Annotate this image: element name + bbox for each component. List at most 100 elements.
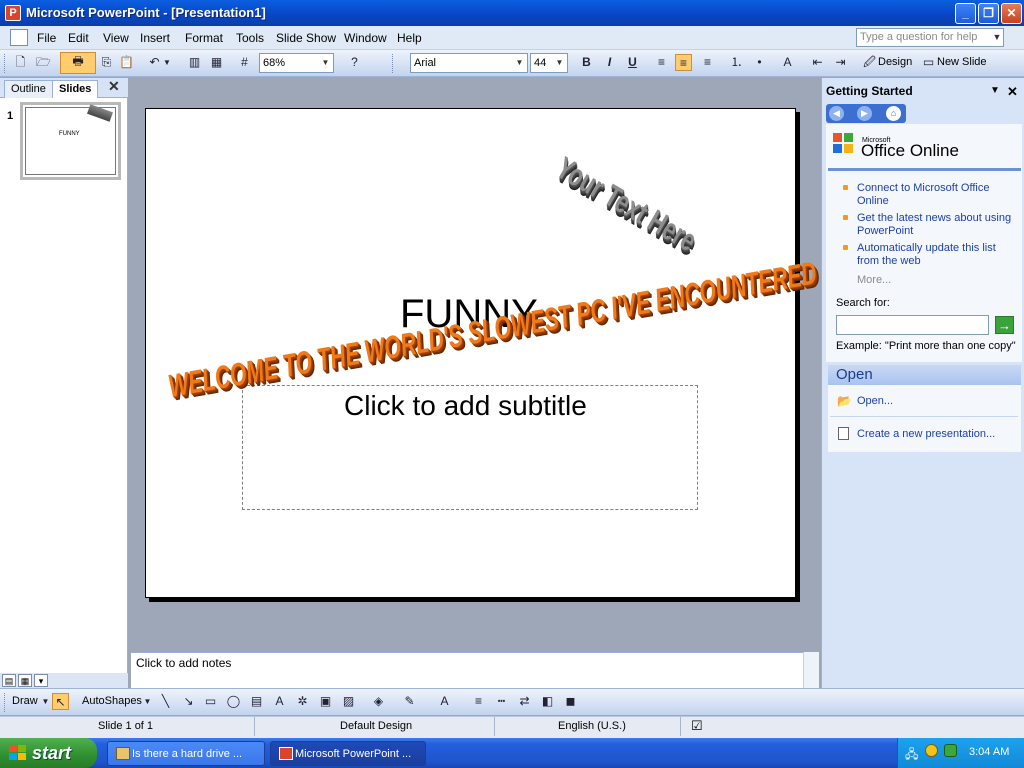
home-icon[interactable]: ⌂: [886, 106, 901, 121]
back-icon[interactable]: ◀: [829, 106, 844, 121]
tray-app-icon[interactable]: [944, 744, 957, 757]
design-icon[interactable]: 🖉: [861, 54, 878, 71]
dash-style-icon[interactable]: ┅: [493, 693, 510, 710]
undo-dropdown-icon[interactable]: ▼: [162, 54, 172, 71]
panel-close-icon[interactable]: ✕: [108, 78, 120, 95]
new-icon[interactable]: 🗋: [12, 54, 29, 71]
diagram-icon[interactable]: ✲: [294, 693, 311, 710]
arrow-style-icon[interactable]: ⇄: [516, 693, 533, 710]
tab-slides[interactable]: Slides: [52, 80, 99, 98]
autoshapes-button[interactable]: AutoShapes: [82, 695, 142, 707]
toolbar-grip[interactable]: [4, 54, 7, 73]
copy-icon[interactable]: ⎘: [98, 54, 115, 71]
line-icon[interactable]: ╲: [157, 693, 174, 710]
show-grid-icon[interactable]: #: [236, 54, 253, 71]
shadow-icon[interactable]: ◧: [539, 693, 556, 710]
zoom-dropdown-icon[interactable]: ▼: [319, 55, 332, 71]
search-input[interactable]: [836, 315, 989, 335]
font-size-dropdown-icon[interactable]: ▼: [553, 55, 566, 71]
network-icon[interactable]: 🖧: [905, 745, 918, 766]
arrow-icon[interactable]: ↘: [180, 693, 197, 710]
line-color-icon[interactable]: ✎: [401, 693, 418, 710]
menu-file[interactable]: File: [37, 31, 56, 45]
slide-canvas[interactable]: [145, 108, 796, 598]
oval-icon[interactable]: ◯: [225, 693, 242, 710]
help-question-input[interactable]: Type a question for help: [856, 28, 1004, 47]
document-menu-icon[interactable]: [10, 29, 28, 46]
notes-pane[interactable]: [131, 652, 819, 688]
notes-placeholder[interactable]: Click to add notes: [136, 656, 231, 670]
bold-button[interactable]: B: [578, 54, 595, 71]
menu-help[interactable]: Help: [397, 31, 422, 45]
menu-edit[interactable]: Edit: [68, 31, 89, 45]
link-create-new-presentation[interactable]: Create a new presentation...: [857, 428, 995, 441]
undo-icon[interactable]: ↶: [146, 54, 163, 71]
forward-icon[interactable]: ▶: [857, 106, 872, 121]
help-icon[interactable]: ?: [346, 54, 363, 71]
italic-button[interactable]: I: [601, 54, 618, 71]
search-go-button[interactable]: →: [995, 316, 1014, 334]
link-update-list[interactable]: Automatically update this list from the …: [857, 242, 1007, 268]
autoshapes-dropdown-icon[interactable]: ▼: [143, 693, 152, 710]
rectangle-icon[interactable]: ▭: [202, 693, 219, 710]
picture-icon[interactable]: ▨: [340, 693, 357, 710]
3d-style-icon[interactable]: ◼: [562, 693, 579, 710]
close-window-button[interactable]: ✕: [1001, 3, 1022, 24]
decrease-indent-icon[interactable]: ⇤: [809, 54, 826, 71]
link-latest-news[interactable]: Get the latest news about using PowerPoi…: [857, 212, 1017, 238]
increase-indent-icon[interactable]: ⇥: [832, 54, 849, 71]
font-color-icon[interactable]: A: [436, 693, 453, 710]
task-pane-close-icon[interactable]: ✕: [1007, 84, 1018, 100]
open-icon[interactable]: 🗁: [35, 54, 52, 71]
print-icon[interactable]: 🖶: [60, 52, 96, 74]
menu-slide-show[interactable]: Slide Show: [276, 31, 336, 45]
title-bar[interactable]: P Microsoft PowerPoint - [Presentation1]…: [0, 0, 1024, 26]
draw-menu-button[interactable]: Draw: [12, 695, 38, 707]
font-size-select[interactable]: 44 ▼: [530, 53, 568, 73]
menu-window[interactable]: Window: [344, 31, 387, 45]
restore-button[interactable]: ❐: [978, 3, 999, 24]
paste-icon[interactable]: 📋: [118, 54, 135, 71]
clip-art-icon[interactable]: ▣: [317, 693, 334, 710]
menu-insert[interactable]: Insert: [140, 31, 170, 45]
menu-format[interactable]: Format: [185, 31, 223, 45]
taskbar-item-browser[interactable]: Is there a hard drive ...: [107, 741, 265, 766]
increase-font-icon[interactable]: A: [779, 54, 796, 71]
bullets-icon[interactable]: •: [751, 54, 768, 71]
insert-table-icon[interactable]: ▦: [208, 54, 225, 71]
wordart-icon[interactable]: A: [271, 693, 288, 710]
link-open[interactable]: Open...: [857, 395, 893, 408]
text-box-icon[interactable]: ▤: [248, 693, 265, 710]
drawing-toolbar-grip[interactable]: [4, 693, 7, 712]
align-center-icon[interactable]: ≡: [675, 54, 692, 71]
help-dropdown-icon[interactable]: ▼: [990, 29, 1004, 46]
link-connect-office-online[interactable]: Connect to Microsoft Office Online: [857, 182, 1007, 208]
select-pointer-icon[interactable]: ↖: [52, 693, 69, 710]
font-select[interactable]: Arial ▼: [410, 53, 528, 73]
tab-outline[interactable]: Outline: [4, 80, 53, 98]
font-dropdown-icon[interactable]: ▼: [513, 55, 526, 71]
powerpoint-app-icon[interactable]: P: [5, 5, 21, 21]
underline-button[interactable]: U: [624, 54, 641, 71]
new-slide-button[interactable]: New Slide: [937, 56, 987, 68]
taskbar-item-powerpoint[interactable]: Microsoft PowerPoint ...: [270, 741, 426, 766]
minimize-button[interactable]: _: [955, 3, 976, 24]
slide-show-icon[interactable]: ▾: [34, 674, 48, 687]
fill-color-icon[interactable]: ◈: [370, 693, 387, 710]
zoom-select[interactable]: 68% ▼: [259, 53, 334, 73]
task-pane-dropdown-icon[interactable]: ▼: [990, 85, 1000, 96]
taskbar-clock[interactable]: 3:04 AM: [969, 746, 1009, 758]
line-style-icon[interactable]: ≡: [470, 693, 487, 710]
align-left-icon[interactable]: ≡: [653, 54, 670, 71]
draw-dropdown-icon[interactable]: ▼: [41, 693, 50, 710]
slide-sorter-icon[interactable]: ▦: [18, 674, 32, 687]
align-right-icon[interactable]: ≡: [699, 54, 716, 71]
new-slide-icon[interactable]: ▭: [920, 54, 937, 71]
toolbar-grip-2[interactable]: [392, 54, 395, 73]
office-online-logo[interactable]: Office Online: [861, 141, 959, 161]
normal-view-icon[interactable]: ▤: [2, 674, 16, 687]
tray-status-icon[interactable]: [925, 744, 938, 757]
numbering-icon[interactable]: ⒈: [728, 54, 745, 71]
link-more[interactable]: More...: [857, 274, 891, 286]
insert-chart-icon[interactable]: ▥: [186, 54, 203, 71]
